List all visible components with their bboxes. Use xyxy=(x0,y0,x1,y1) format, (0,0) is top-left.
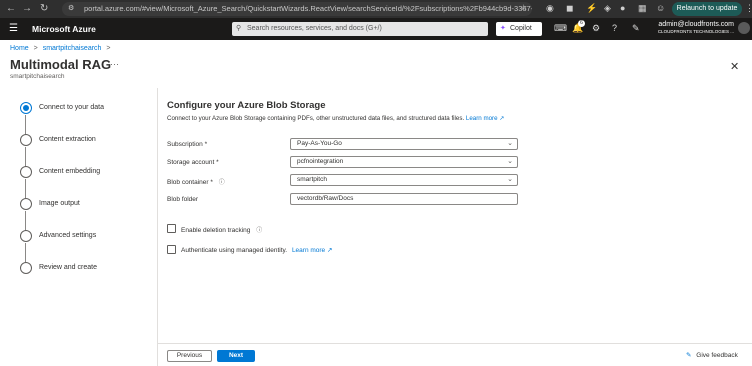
copilot-button[interactable]: ✦ Copilot xyxy=(496,22,542,36)
step-connector xyxy=(25,115,26,135)
extension-icon[interactable]: ● xyxy=(620,3,625,13)
reload-icon[interactable]: ↻ xyxy=(40,3,48,14)
deletion-tracking-checkbox[interactable] xyxy=(167,224,176,233)
step-label: Connect to your data xyxy=(39,104,104,111)
step-label: Content embedding xyxy=(39,168,101,175)
step-label: Image output xyxy=(39,200,80,207)
step-circle-icon xyxy=(20,134,32,146)
info-icon[interactable]: ⓘ xyxy=(256,228,262,234)
step-label: Content extraction xyxy=(39,136,96,143)
portal-header: ☰ Microsoft Azure ⚲ Search resources, se… xyxy=(0,18,752,40)
avatar[interactable] xyxy=(738,22,750,34)
managed-identity-learn-more-link[interactable]: Learn more xyxy=(292,247,325,254)
relaunch-button[interactable]: Relaunch to update xyxy=(672,2,742,16)
step-connector xyxy=(25,147,26,167)
subscription-label: Subscription * xyxy=(167,141,208,148)
settings-gear-icon[interactable]: ⚙ xyxy=(592,23,600,34)
step-active-icon xyxy=(20,102,32,114)
account-menu[interactable]: admin@cloudfronts.com CLOUDFRONTS TECHNO… xyxy=(654,21,734,34)
breadcrumb-separator: > xyxy=(33,45,38,52)
step-circle-icon xyxy=(20,230,32,242)
chevron-down-icon: ⌄ xyxy=(507,140,513,147)
feedback-person-icon: ✎ xyxy=(686,352,692,359)
step-label: Advanced settings xyxy=(39,232,97,239)
close-icon[interactable]: ✕ xyxy=(730,60,739,73)
storage-account-label: Storage account * xyxy=(167,159,219,166)
description-text: Connect to your Azure Blob Storage conta… xyxy=(167,115,465,122)
chevron-down-icon: ⌄ xyxy=(507,176,513,183)
blob-folder-value: vectordb/Raw/Docs xyxy=(297,195,354,202)
more-options-icon[interactable]: ··· xyxy=(110,59,119,69)
step-connector xyxy=(25,179,26,199)
search-icon: ⚲ xyxy=(236,25,242,32)
page-subtitle: smartpitchaisearch xyxy=(10,73,65,80)
lightning-extension-icon[interactable]: ⚡ xyxy=(586,3,597,14)
feedback-icon[interactable]: ✎ xyxy=(632,23,640,34)
step-connector xyxy=(25,211,26,231)
external-link-icon: ↗ xyxy=(327,247,333,254)
copilot-label: Copilot xyxy=(510,25,532,32)
hamburger-menu-icon[interactable]: ☰ xyxy=(9,23,18,34)
step-circle-icon xyxy=(20,262,32,274)
bookmark-star-icon[interactable]: ☆ xyxy=(520,3,527,12)
managed-identity-label: Authenticate using managed identity. Lea… xyxy=(181,246,332,254)
breadcrumb: Home > smartpitchaisearch > xyxy=(10,45,110,52)
cloud-shell-icon[interactable]: ⌨ xyxy=(554,23,567,34)
breadcrumb-service[interactable]: smartpitchaisearch xyxy=(43,45,102,52)
blob-container-label-text: Blob container * xyxy=(167,179,213,186)
give-feedback-link[interactable]: ✎ Give feedback xyxy=(686,351,738,359)
managed-identity-checkbox[interactable] xyxy=(167,245,176,254)
page-title: Multimodal RAG xyxy=(10,57,112,72)
blob-container-label: Blob container * ⓘ xyxy=(167,177,225,186)
next-button[interactable]: Next xyxy=(217,350,255,362)
blob-container-select[interactable]: smartpitch ⌄ xyxy=(290,174,518,186)
breadcrumb-separator: > xyxy=(106,45,111,52)
subscription-value: Pay-As-You-Go xyxy=(297,140,342,147)
blob-container-value: smartpitch xyxy=(297,176,327,183)
breadcrumb-home[interactable]: Home xyxy=(10,45,29,52)
blob-folder-input[interactable]: vectordb/Raw/Docs xyxy=(290,193,518,205)
account-org: CLOUDFRONTS TECHNOLOGIES ... xyxy=(657,29,734,34)
external-link-icon: ↗ xyxy=(499,115,505,122)
chevron-down-icon: ⌄ xyxy=(507,158,513,165)
panel-divider xyxy=(157,88,158,366)
give-feedback-label: Give feedback xyxy=(696,352,738,359)
deletion-tracking-text: Enable deletion tracking xyxy=(181,227,251,234)
section-title: Configure your Azure Blob Storage xyxy=(167,100,326,111)
storage-account-value: pcfnointegration xyxy=(297,158,344,165)
step-circle-icon xyxy=(20,198,32,210)
extension-icon[interactable]: ◈ xyxy=(604,3,611,14)
address-bar[interactable]: portal.azure.com/#view/Microsoft_Azure_S… xyxy=(62,2,532,16)
back-icon[interactable]: ← xyxy=(6,3,16,14)
copilot-icon: ✦ xyxy=(500,25,506,32)
footer-divider xyxy=(157,343,752,344)
global-search-input[interactable]: ⚲ Search resources, services, and docs (… xyxy=(232,22,488,36)
account-email: admin@cloudfronts.com xyxy=(658,21,734,28)
deletion-tracking-label: Enable deletion tracking ⓘ xyxy=(181,225,262,234)
extension-icon[interactable]: ◉ xyxy=(546,3,554,14)
menu-icon[interactable]: ⋮ xyxy=(745,3,752,14)
step-label: Review and create xyxy=(39,264,97,271)
profile-icon[interactable]: ☺ xyxy=(656,3,665,13)
step-connector xyxy=(25,243,26,263)
puzzle-icon[interactable]: ▦ xyxy=(638,3,647,14)
section-description: Connect to your Azure Blob Storage conta… xyxy=(167,115,504,122)
subscription-select[interactable]: Pay-As-You-Go ⌄ xyxy=(290,138,518,150)
portal-brand[interactable]: Microsoft Azure xyxy=(32,24,96,34)
step-circle-icon xyxy=(20,166,32,178)
search-placeholder: Search resources, services, and docs (G+… xyxy=(247,25,382,32)
notification-count-badge: 6 xyxy=(578,20,585,27)
blob-folder-label: Blob folder xyxy=(167,196,199,203)
learn-more-link[interactable]: Learn more xyxy=(466,115,498,122)
extension-icon[interactable]: ◼ xyxy=(566,3,573,14)
forward-icon[interactable]: → xyxy=(22,3,32,14)
site-info-icon[interactable]: ⚙ xyxy=(68,4,74,12)
info-icon[interactable]: ⓘ xyxy=(219,180,225,186)
storage-account-select[interactable]: pcfnointegration ⌄ xyxy=(290,156,518,168)
managed-identity-text: Authenticate using managed identity. xyxy=(181,247,288,254)
previous-button[interactable]: Previous xyxy=(167,350,212,362)
help-icon[interactable]: ? xyxy=(612,23,617,33)
browser-toolbar: ← → ↻ portal.azure.com/#view/Microsoft_A… xyxy=(0,0,752,18)
